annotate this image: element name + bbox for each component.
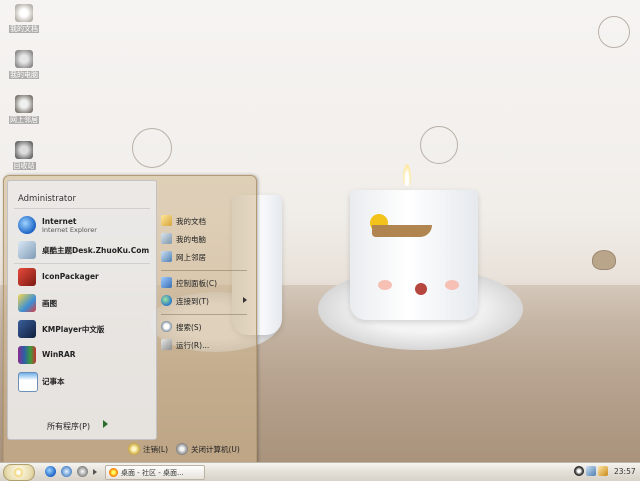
user-name: Administrator [18,194,76,204]
candle-right [350,190,478,320]
program-title: 画图 [42,299,57,308]
browser-icon [109,468,118,477]
my-computer-icon [15,50,33,68]
place-run[interactable]: 运行(R)... [161,338,249,352]
wallpaper-doodle [420,126,458,164]
taskbar-window-button[interactable]: 桌面 - 社区 - 桌面... [105,465,205,480]
program-title: Internet [42,217,77,226]
place-label: 我的文档 [176,217,206,226]
desktop-icon-label: 网上邻居 [9,116,39,124]
zhuoku-theme-icon [18,241,36,259]
start-button[interactable] [3,464,35,481]
pinned-zhuoku-theme[interactable]: 桌酷主题Desk.ZhuoKu.Com [18,239,154,261]
notepad-icon [18,372,38,392]
desktop-icon-label: 我的电脑 [9,71,39,79]
desktop-icon-recycle-bin[interactable]: 回收站 [4,141,44,171]
wallpaper-doodle [132,128,172,168]
wallpaper-doodle [592,250,616,270]
globe-icon [161,295,172,306]
desktop-icon-network[interactable]: 网上邻居 [4,95,44,125]
network-places-icon [15,95,33,113]
desktop-icon-my-documents[interactable]: 我的文档 [4,4,44,34]
recycle-bin-icon [15,141,33,159]
program-title: IconPackager [42,272,99,281]
divider [14,208,150,209]
place-connect-to[interactable]: 连接到(T) [161,294,249,308]
wallpaper-doodle [598,16,630,48]
place-label: 运行(R)... [176,341,210,350]
taskbar: 桌面 - 社区 - 桌面... 23:57 [0,462,640,481]
program-title: 记事本 [42,377,65,386]
power-icon [176,443,188,455]
start-menu-programs-pane: Administrator Internet Internet Explorer… [7,180,157,440]
volume-icon[interactable] [598,466,608,476]
place-label: 控制面板(C) [176,279,218,288]
place-my-documents[interactable]: 我的文档 [161,214,249,228]
place-label: 搜索(S) [176,323,202,332]
program-title: WinRAR [42,350,76,359]
place-search[interactable]: 搜索(S) [161,320,249,334]
place-control-panel[interactable]: 控制面板(C) [161,276,249,290]
divider [14,263,150,264]
quicklaunch-chevron-icon[interactable] [93,469,97,475]
logoff-label: 注销(L) [143,445,169,454]
folder-icon [161,215,172,226]
start-menu-footer: 注销(L) 关闭计算机(U) [4,438,256,463]
program-title: KMPlayer中文版 [42,325,105,334]
search-icon [161,321,172,332]
start-menu: Administrator Internet Internet Explorer… [3,175,257,464]
chevron-right-icon [243,297,247,303]
recent-iconpackager[interactable]: IconPackager [18,266,154,288]
my-documents-icon [15,4,33,22]
place-label: 连接到(T) [176,297,209,306]
candle-face [372,225,432,237]
system-tray: 23:57 [570,464,638,479]
iconpackager-icon [18,268,36,286]
recent-kmplayer[interactable]: KMPlayer中文版 [18,318,154,340]
desktop-icon-label: 回收站 [12,162,36,170]
all-programs-label: 所有程序(P) [47,422,91,431]
recent-paint[interactable]: 画图 [18,292,154,314]
internet-explorer-icon [18,216,36,234]
recent-winrar[interactable]: WinRAR [18,344,154,366]
paint-icon [18,294,36,312]
quicklaunch-desktop-icon[interactable] [61,466,72,477]
task-title: 桌面 - 社区 - 桌面... [121,469,184,477]
place-network[interactable]: 网上邻居 [161,250,249,264]
desktop-icon-label: 我的文档 [9,25,39,33]
pinned-internet-explorer[interactable]: Internet Internet Explorer [18,214,154,236]
computer-icon [161,233,172,244]
candle-cheek-left [378,280,392,290]
shutdown-label: 关闭计算机(U) [191,445,240,454]
place-my-computer[interactable]: 我的电脑 [161,232,249,246]
program-title: 桌酷主题Desk.ZhuoKu.Com [42,246,150,255]
quicklaunch-ie-icon[interactable] [45,466,56,477]
clock: 23:57 [614,467,636,476]
run-icon [161,339,172,350]
divider [161,314,247,315]
divider [161,270,247,271]
arrow-right-icon [103,420,108,428]
desktop-icon-my-computer[interactable]: 我的电脑 [4,50,44,80]
candle-cheek-right [445,280,459,290]
kmplayer-icon [18,320,36,338]
program-subtitle: Internet Explorer [42,226,97,234]
all-programs-button[interactable]: 所有程序(P) [7,416,155,436]
network-icon [161,251,172,262]
quicklaunch-media-icon[interactable] [77,466,88,477]
winrar-icon [18,346,36,364]
network-tray-icon[interactable] [586,466,596,476]
candle-mouth [415,283,427,295]
recent-notepad[interactable]: 记事本 [18,370,154,392]
start-orb-icon [14,468,23,477]
control-panel-icon [161,277,172,288]
place-label: 我的电脑 [176,235,206,244]
place-label: 网上邻居 [176,253,206,262]
qq-icon[interactable] [574,466,584,476]
logoff-icon [128,443,140,455]
candle-flame [403,164,411,186]
